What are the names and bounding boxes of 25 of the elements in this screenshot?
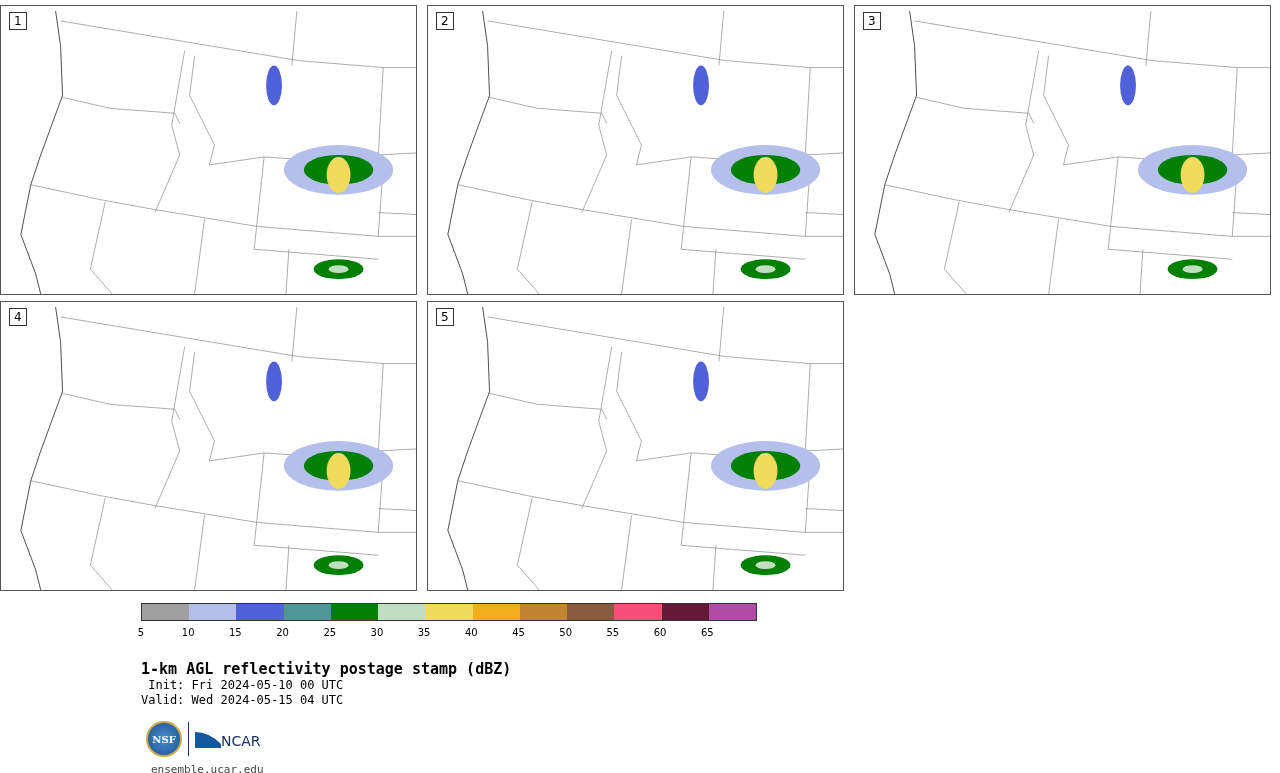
tick-label: 5 — [136, 627, 146, 638]
tick-label: 60 — [652, 627, 668, 638]
tick-label: 65 — [699, 627, 715, 638]
site-url: ensemble.ucar.edu — [151, 763, 265, 773]
init-time: Init: Fri 2024-05-10 00 UTC — [147, 678, 345, 693]
tick-label: 30 — [369, 627, 385, 638]
tick-label: 10 — [180, 627, 196, 638]
tick-label: 50 — [558, 627, 574, 638]
panel-label: 4 — [9, 308, 27, 326]
seal-logo: NSF — [146, 721, 182, 757]
panel-label: 3 — [863, 12, 881, 30]
swoosh-icon — [195, 730, 221, 748]
tick-label: 15 — [228, 627, 243, 638]
panel-label: 5 — [436, 308, 454, 326]
tick-label: 40 — [463, 627, 479, 638]
wordmark: NCAR — [221, 733, 261, 749]
tick-label: 55 — [605, 627, 621, 638]
valid-time: Valid: Wed 2024-05-15 04 UTC — [141, 693, 345, 708]
plot-title: 1-km AGL reflectivity postage stamp (dBZ) — [141, 660, 513, 678]
panel-label: 2 — [436, 12, 454, 30]
tick-label: 35 — [416, 627, 432, 638]
tick-label: 25 — [322, 627, 338, 638]
tick-label: 20 — [275, 627, 290, 638]
panel-label: 1 — [9, 12, 27, 30]
tick-label: 45 — [511, 627, 526, 638]
